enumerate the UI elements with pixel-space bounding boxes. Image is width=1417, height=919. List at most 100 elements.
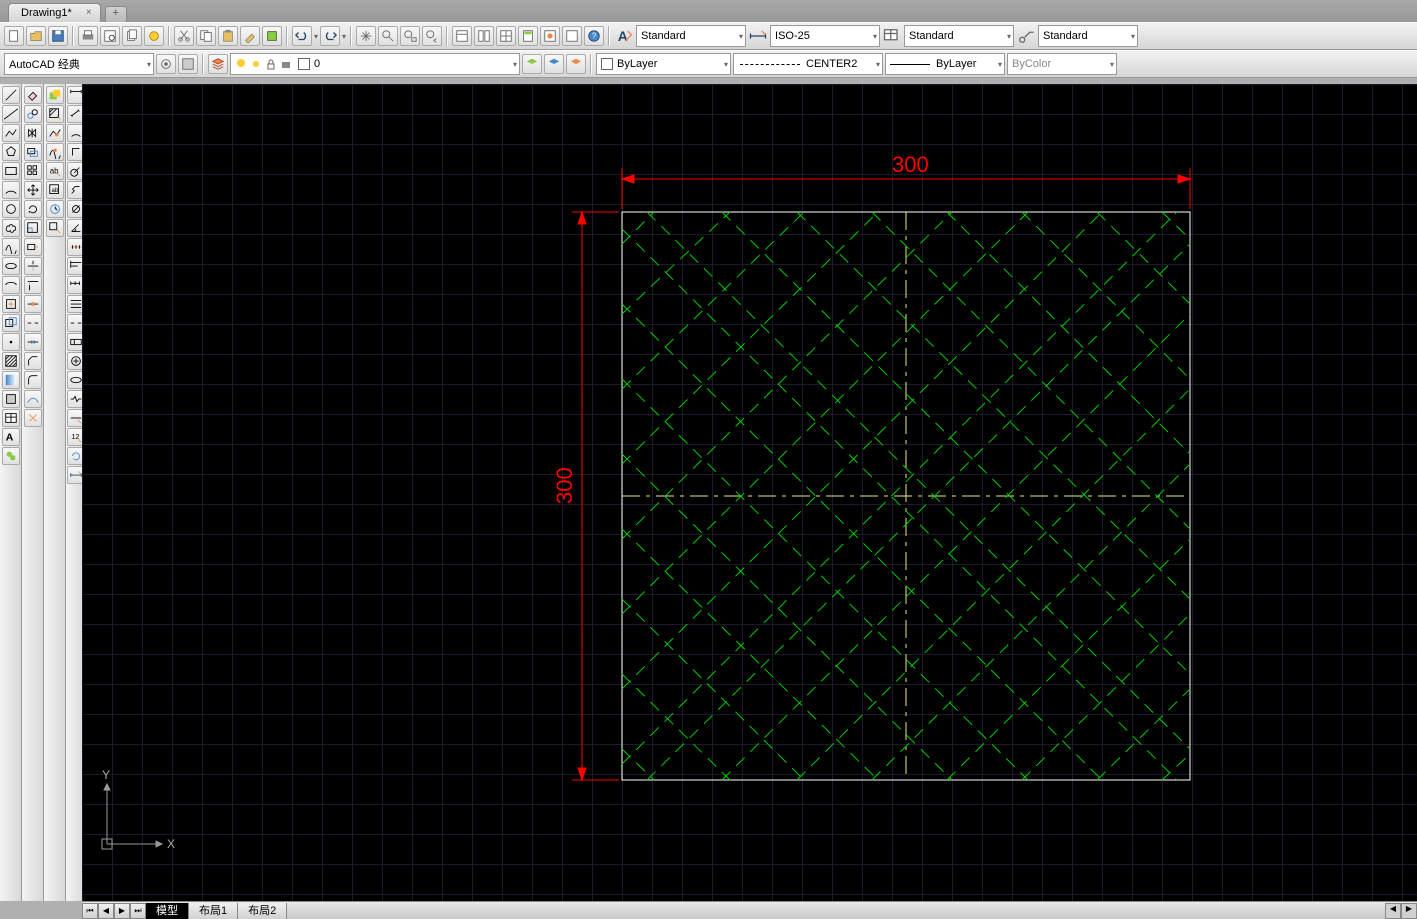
tool-palettes-icon[interactable]: [496, 26, 516, 46]
tab-model[interactable]: 模型: [146, 903, 189, 919]
mleaderstyle-icon[interactable]: [1016, 26, 1036, 46]
copy-obj-icon[interactable]: [24, 105, 42, 123]
hatch-icon[interactable]: [2, 352, 20, 370]
drawing-tab[interactable]: Drawing1* ×: [8, 3, 101, 22]
save-icon[interactable]: [48, 26, 68, 46]
table-icon[interactable]: [2, 409, 20, 427]
3ddwf-icon[interactable]: [144, 26, 164, 46]
new-tab-button[interactable]: +: [105, 6, 127, 22]
region-icon[interactable]: [2, 390, 20, 408]
redo-dropdown-icon[interactable]: ▾: [342, 32, 346, 41]
undo-dropdown-icon[interactable]: ▾: [314, 32, 318, 41]
edit-spline-icon[interactable]: [46, 143, 64, 161]
mleaderstyle-select[interactable]: Standard▾: [1038, 25, 1138, 47]
print-icon[interactable]: [78, 26, 98, 46]
explode-icon[interactable]: [24, 409, 42, 427]
block-editor-icon[interactable]: [262, 26, 282, 46]
tab-first-icon[interactable]: ⏮: [82, 903, 98, 919]
help-icon[interactable]: ?: [584, 26, 604, 46]
tablestyle-select[interactable]: Standard▾: [904, 25, 1014, 47]
tab-layout2[interactable]: 布局2: [238, 903, 287, 919]
properties-palette-icon[interactable]: [452, 26, 472, 46]
mtext-icon[interactable]: A: [2, 428, 20, 446]
rectangle-icon[interactable]: [2, 162, 20, 180]
layer-states-icon[interactable]: [522, 54, 542, 74]
line-icon[interactable]: [2, 86, 20, 104]
plot-preview-icon[interactable]: [100, 26, 120, 46]
trim-icon[interactable]: [24, 257, 42, 275]
polyline-icon[interactable]: [2, 124, 20, 142]
sheet-set-icon[interactable]: [474, 26, 494, 46]
publish-icon[interactable]: [122, 26, 142, 46]
zoom-realtime-icon[interactable]: [378, 26, 398, 46]
linetype-select[interactable]: CENTER2▾: [733, 53, 883, 75]
zoom-previous-icon[interactable]: [422, 26, 442, 46]
blend-icon[interactable]: [24, 390, 42, 408]
workspace-save-icon[interactable]: [178, 54, 198, 74]
insert-block-icon[interactable]: [2, 295, 20, 313]
tab-next-icon[interactable]: ▶: [114, 903, 130, 919]
polygon-icon[interactable]: [2, 143, 20, 161]
tab-scroll-left-icon[interactable]: ◀: [1385, 903, 1401, 919]
break-point-icon[interactable]: [24, 295, 42, 313]
markup-icon[interactable]: [540, 26, 560, 46]
offset-icon[interactable]: [24, 143, 42, 161]
xref-edit-icon[interactable]: [46, 219, 64, 237]
design-center-icon[interactable]: [562, 26, 582, 46]
redo-icon[interactable]: [320, 26, 340, 46]
edit-hatch-icon[interactable]: [46, 105, 64, 123]
zoom-window-icon[interactable]: [400, 26, 420, 46]
textstyle-select[interactable]: Standard▾: [636, 25, 746, 47]
plotstyle-select[interactable]: ByColor▾: [1007, 53, 1117, 75]
textstyle-icon[interactable]: A: [614, 26, 634, 46]
quickcalc-icon[interactable]: [518, 26, 538, 46]
close-tab-icon[interactable]: ×: [86, 7, 92, 18]
ellipse-arc-icon[interactable]: [2, 276, 20, 294]
erase-icon[interactable]: [24, 86, 42, 104]
workspace-select[interactable]: AutoCAD 经典▾: [4, 53, 154, 75]
revcloud-icon[interactable]: [2, 219, 20, 237]
tab-last-icon[interactable]: ⏭: [130, 903, 146, 919]
layer-match-icon[interactable]: [566, 54, 586, 74]
tab-layout1[interactable]: 布局1: [189, 903, 238, 919]
spline-icon[interactable]: [2, 238, 20, 256]
color-select[interactable]: ByLayer▾: [596, 53, 731, 75]
new-icon[interactable]: [4, 26, 24, 46]
workspace-settings-icon[interactable]: [156, 54, 176, 74]
array-icon[interactable]: [24, 162, 42, 180]
dimstyle-select[interactable]: ISO-25▾: [770, 25, 880, 47]
match-properties-icon[interactable]: [240, 26, 260, 46]
make-block-icon[interactable]: [2, 314, 20, 332]
tab-prev-icon[interactable]: ◀: [98, 903, 114, 919]
lineweight-select[interactable]: ByLayer▾: [885, 53, 1005, 75]
xline-icon[interactable]: [2, 105, 20, 123]
drawing-canvas[interactable]: 300 300 Y X: [82, 84, 1417, 901]
chamfer-icon[interactable]: [24, 352, 42, 370]
break-icon[interactable]: [24, 314, 42, 332]
open-icon[interactable]: [26, 26, 46, 46]
tab-scroll-right-icon[interactable]: ▶: [1401, 903, 1417, 919]
circle-icon[interactable]: [2, 200, 20, 218]
copy-icon[interactable]: [196, 26, 216, 46]
block-attrib-mgr-icon[interactable]: ab: [46, 181, 64, 199]
edit-attrib-icon[interactable]: ab: [46, 162, 64, 180]
rotate-icon[interactable]: [24, 200, 42, 218]
layer-previous-icon[interactable]: [544, 54, 564, 74]
tablestyle-icon[interactable]: [882, 26, 902, 46]
scale-icon[interactable]: [24, 219, 42, 237]
stretch-icon[interactable]: [24, 238, 42, 256]
fillet-icon[interactable]: [24, 371, 42, 389]
layer-select[interactable]: 0 ▾: [230, 53, 520, 75]
paste-icon[interactable]: [218, 26, 238, 46]
addselected-icon[interactable]: [2, 447, 20, 465]
point-icon[interactable]: [2, 333, 20, 351]
layer-properties-icon[interactable]: [208, 54, 228, 74]
sync-attrib-icon[interactable]: [46, 200, 64, 218]
extend-icon[interactable]: [24, 276, 42, 294]
ellipse-icon[interactable]: [2, 257, 20, 275]
gradient-icon[interactable]: [2, 371, 20, 389]
move-icon[interactable]: [24, 181, 42, 199]
mirror-icon[interactable]: [24, 124, 42, 142]
pan-icon[interactable]: [356, 26, 376, 46]
edit-polyline-icon[interactable]: [46, 124, 64, 142]
